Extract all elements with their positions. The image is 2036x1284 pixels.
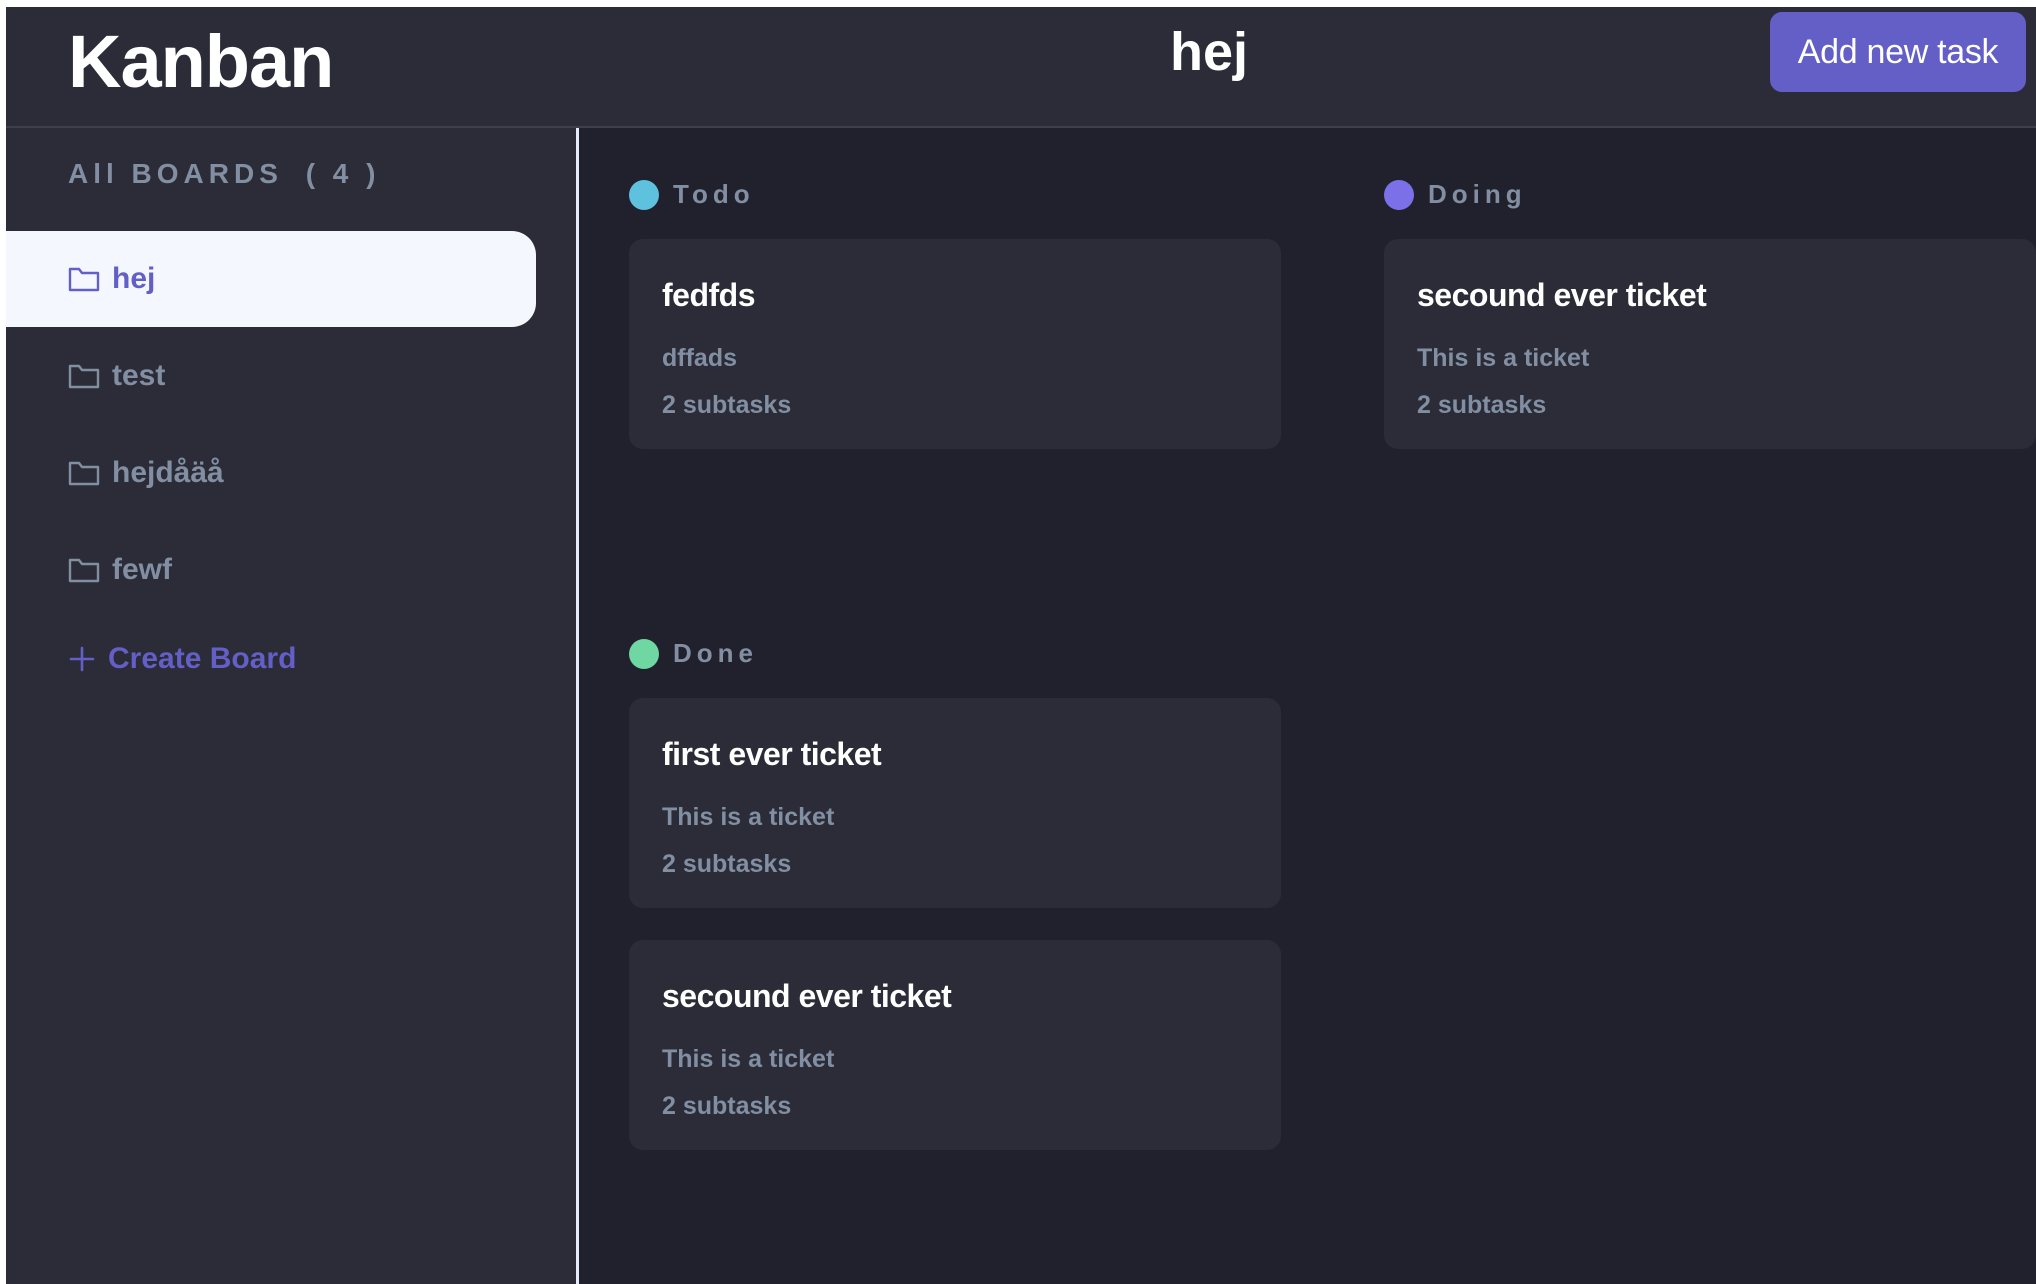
task-title: first ever ticket (662, 736, 882, 772)
status-dot (1384, 179, 1414, 210)
task-description: This is a ticket (1417, 344, 1590, 372)
folder-icon (68, 558, 100, 583)
boards-count: ( 4 ) (305, 158, 381, 189)
sidebar-item-label: hej (112, 262, 156, 295)
task-subtasks: 2 subtasks (1417, 391, 1547, 419)
sidebar-item-fewf[interactable]: fewf (6, 522, 536, 618)
column-title: Doing (1428, 179, 1527, 209)
task-description: dffads (662, 344, 737, 372)
task-title: secound ever ticket (662, 978, 952, 1014)
status-dot (629, 638, 659, 669)
task-card[interactable]: fedfds dffads 2 subtasks (629, 239, 1281, 449)
task-card[interactable]: secound ever ticket This is a ticket 2 s… (629, 940, 1281, 1150)
folder-icon (68, 267, 100, 292)
page-title: hej (1170, 22, 1249, 82)
app-window: Kanban hej Add new task All BOARDS ( 4 )… (6, 7, 2036, 1284)
sidebar-heading-label: All BOARDS (68, 158, 283, 189)
sidebar-heading: All BOARDS ( 4 ) (68, 158, 380, 190)
task-subtasks: 2 subtasks (662, 1092, 792, 1120)
create-board-button[interactable]: Create Board (6, 611, 536, 707)
top-header: Kanban hej Add new task (6, 7, 2036, 128)
column-header-doing: Doing (1384, 179, 1527, 210)
sidebar-item-hejdaaa[interactable]: hejdåäå (6, 425, 536, 521)
status-dot (629, 179, 659, 210)
add-new-task-button[interactable]: Add new task (1770, 12, 2026, 92)
column-header-todo: Todo (629, 179, 755, 210)
task-card[interactable]: secound ever ticket This is a ticket 2 s… (1384, 239, 2036, 449)
folder-icon (68, 364, 100, 389)
sidebar-item-test[interactable]: test (6, 328, 536, 424)
task-title: secound ever ticket (1417, 277, 1707, 313)
task-subtasks: 2 subtasks (662, 391, 792, 419)
sidebar-item-label: hejdåäå (112, 456, 224, 489)
task-description: This is a ticket (662, 1045, 835, 1073)
sidebar-item-hej[interactable]: hej (6, 231, 536, 327)
sidebar: All BOARDS ( 4 ) hej test hejdåäå fewf C… (6, 128, 579, 1284)
task-description: This is a ticket (662, 803, 835, 831)
app-logo: Kanban (68, 20, 334, 103)
task-title: fedfds (662, 277, 756, 313)
create-board-label: Create Board (108, 642, 297, 675)
sidebar-item-label: test (112, 359, 166, 392)
column-title: Todo (673, 179, 755, 209)
sidebar-item-label: fewf (112, 553, 172, 586)
folder-icon (68, 461, 100, 486)
task-subtasks: 2 subtasks (662, 850, 792, 878)
column-title: Done (673, 638, 758, 668)
column-header-done: Done (629, 638, 758, 669)
task-card[interactable]: first ever ticket This is a ticket 2 sub… (629, 698, 1281, 908)
plus-icon (69, 646, 95, 672)
